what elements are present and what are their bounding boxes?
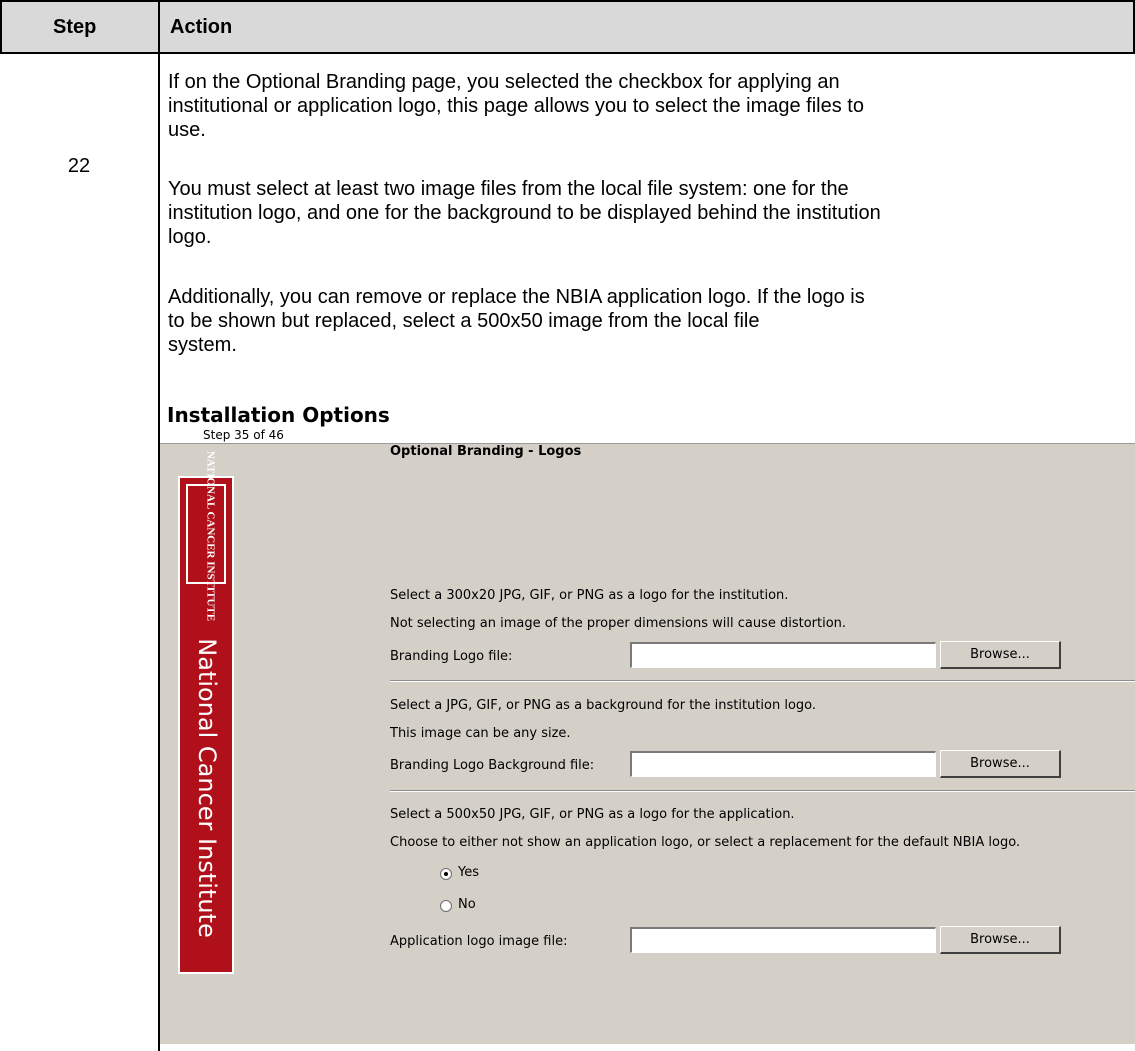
application-logo-label: Application logo image file: [390, 934, 568, 949]
radio-yes[interactable] [440, 868, 452, 880]
application-logo-hint-2: Choose to either not show an application… [390, 835, 1021, 850]
paragraph-line: You must select at least two image files… [168, 178, 849, 200]
branding-logo-hint: Select a 300x20 JPG, GIF, or PNG as a lo… [390, 588, 789, 603]
action-paragraph-2: You must select at least two image files… [168, 177, 1123, 249]
paragraph-line: If on the Optional Branding page, you se… [168, 71, 840, 93]
radio-selected-dot [444, 872, 448, 876]
separator [390, 790, 1135, 792]
nci-org-name: National Cancer Institute [193, 638, 221, 938]
background-file-input[interactable] [630, 751, 936, 777]
application-logo-file-input[interactable] [630, 927, 936, 953]
paragraph-line: logo. [168, 226, 212, 248]
branding-logo-browse-button[interactable]: Browse... [940, 641, 1061, 669]
background-hint: Select a JPG, GIF, or PNG as a backgroun… [390, 698, 817, 713]
installer-step-counter: Step 35 of 46 [203, 428, 284, 442]
header-step: Step [53, 16, 97, 38]
radio-yes-label[interactable]: Yes [458, 865, 479, 880]
paragraph-line: use. [168, 119, 206, 141]
radio-no-label[interactable]: No [458, 897, 476, 912]
paragraph-line: to be shown but replaced, select a 500x5… [168, 310, 760, 332]
branding-logo-hint-2: Not selecting an image of the proper dim… [390, 616, 847, 631]
background-browse-button[interactable]: Browse... [940, 750, 1061, 778]
nci-logo-text: NATIONAL CANCER INSTITUTE [204, 450, 217, 622]
radio-no[interactable] [440, 900, 452, 912]
table-left-border [0, 0, 2, 54]
paragraph-line: system. [168, 334, 237, 356]
background-hint-2: This image can be any size. [390, 726, 571, 741]
installer-title: Installation Options [167, 403, 390, 427]
table-top-border [0, 0, 1135, 2]
nci-sidebar: NATIONAL CANCER INSTITUTE National Cance… [178, 451, 234, 974]
action-paragraph-1: If on the Optional Branding page, you se… [168, 70, 1123, 142]
paragraph-line: institutional or application logo, this … [168, 95, 864, 117]
installer-window: NATIONAL CANCER INSTITUTE National Cance… [160, 443, 1135, 1044]
application-logo-hint: Select a 500x50 JPG, GIF, or PNG as a lo… [390, 807, 795, 822]
header-action: Action [170, 16, 233, 38]
nci-logo-icon: NATIONAL CANCER INSTITUTE [186, 451, 226, 621]
branding-logo-file-input[interactable] [630, 642, 936, 668]
step-number: 22 [67, 155, 91, 177]
paragraph-line: institution logo, and one for the backgr… [168, 202, 881, 224]
branding-logo-label: Branding Logo file: [390, 649, 513, 664]
table-header-divider [0, 52, 1135, 54]
separator [390, 680, 1135, 682]
background-label: Branding Logo Background file: [390, 758, 595, 773]
action-paragraph-3: Additionally, you can remove or replace … [168, 285, 1123, 357]
section-heading: Optional Branding - Logos [390, 444, 582, 459]
paragraph-line: Additionally, you can remove or replace … [168, 286, 865, 308]
application-logo-browse-button[interactable]: Browse... [940, 926, 1061, 954]
